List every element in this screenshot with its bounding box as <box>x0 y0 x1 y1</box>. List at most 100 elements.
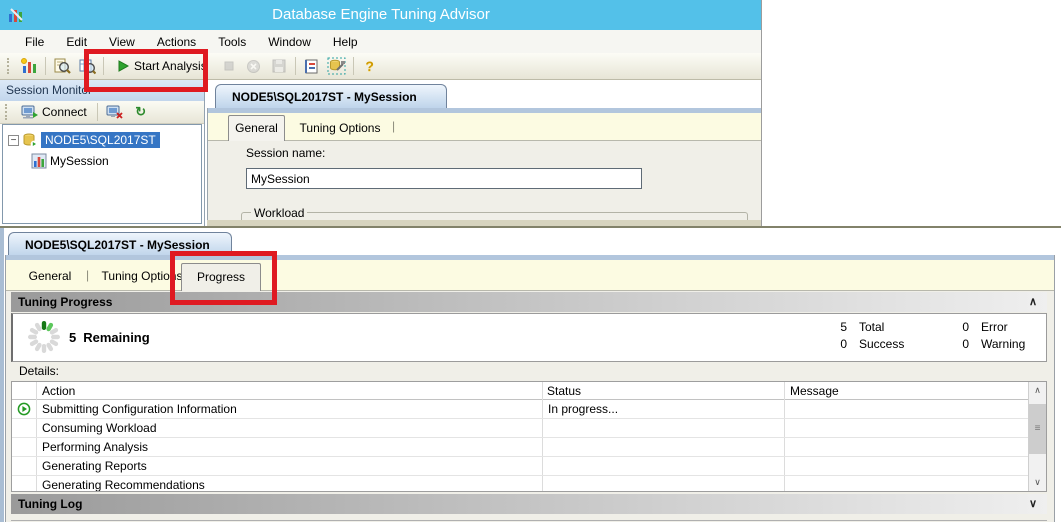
table-row: Consuming Workload <box>12 419 1028 438</box>
stat-warning-value: 0 <box>953 337 969 351</box>
dta-main-window: Database Engine Tuning Advisor File Edit… <box>0 0 762 226</box>
menu-item-file[interactable]: File <box>14 32 55 52</box>
refresh-button[interactable]: ↻ <box>130 101 152 123</box>
tab-tuning-options-top[interactable]: Tuning Options <box>294 115 386 141</box>
toolbar-separator <box>45 57 46 75</box>
row-action: Generating Reports <box>42 457 532 476</box>
save-button[interactable] <box>268 55 290 77</box>
session-name-label: Session name: <box>246 146 325 160</box>
row-status <box>548 419 773 438</box>
tab-tuning-options-bottom[interactable]: Tuning Options <box>98 265 186 287</box>
window-title: Database Engine Tuning Advisor <box>0 0 762 30</box>
tree-item-session[interactable]: MySession <box>31 153 109 169</box>
toolbar-separator <box>353 57 354 75</box>
tuning-progress-title: Tuning Progress <box>18 295 112 309</box>
menu-item-edit[interactable]: Edit <box>55 32 98 52</box>
file-magnifier-icon <box>53 57 71 75</box>
menu-item-window[interactable]: Window <box>257 32 322 52</box>
menu-item-view[interactable]: View <box>98 32 146 52</box>
main-toolbar: Start Analysis <box>0 53 762 80</box>
remaining-label: Remaining <box>83 330 149 345</box>
tree-server-label[interactable]: NODE5\SQL2017ST <box>41 132 160 148</box>
log-box-top-edge <box>11 520 1047 521</box>
play-icon <box>117 60 129 72</box>
table-magnifier-icon <box>78 57 96 75</box>
toolbar-separator <box>97 103 98 121</box>
tab-progress[interactable]: Progress <box>181 263 261 291</box>
table-row: Generating Reports <box>12 457 1028 476</box>
details-label: Details: <box>19 364 59 378</box>
start-analysis-button[interactable]: Start Analysis <box>109 55 215 77</box>
apply-recommendations-button[interactable] <box>301 55 323 77</box>
row-status: In progress... <box>548 400 773 419</box>
document-tab-top[interactable]: NODE5\SQL2017ST - MySession <box>215 84 447 109</box>
tab-strip-top <box>208 113 762 141</box>
stat-error-value: 0 <box>953 320 969 334</box>
scrollbar-thumb[interactable]: ≡ <box>1029 404 1046 454</box>
table-row: Submitting Configuration Information In … <box>12 400 1028 419</box>
session-name-input[interactable] <box>246 168 642 189</box>
stat-success-label: Success <box>859 337 904 351</box>
tree-collapse-toggle[interactable]: − <box>8 135 19 146</box>
open-workload-file-button[interactable] <box>51 55 73 77</box>
connect-button[interactable]: Connect <box>17 103 91 121</box>
menu-item-tools[interactable]: Tools <box>207 32 257 52</box>
menu-item-help[interactable]: Help <box>322 32 369 52</box>
stat-total-label: Total <box>859 320 884 334</box>
column-header-action[interactable]: Action <box>42 382 522 401</box>
top-tab-page: General Tuning Options | Session name: W… <box>207 108 762 226</box>
save-icon <box>271 58 287 74</box>
tuning-log-title: Tuning Log <box>18 497 82 511</box>
row-action: Consuming Workload <box>42 419 532 438</box>
menu-item-actions[interactable]: Actions <box>146 32 207 52</box>
tab-general-bottom[interactable]: General <box>20 265 80 287</box>
progress-summary-box: 5 Remaining 5 Total 0 Success 0 Error 0 … <box>11 313 1047 362</box>
connect-label: Connect <box>42 105 87 119</box>
new-session-button[interactable] <box>18 55 40 77</box>
tab-separator: | <box>392 119 395 133</box>
table-row: Generating Recommendations <box>12 476 1028 492</box>
toolbar-grip <box>5 104 10 120</box>
stat-success-value: 0 <box>831 337 847 351</box>
screen: Database Engine Tuning Advisor File Edit… <box>0 0 1061 522</box>
tuning-options-button[interactable] <box>326 55 348 77</box>
document-tab-bottom[interactable]: NODE5\SQL2017ST - MySession <box>8 232 232 257</box>
open-workload-table-button[interactable] <box>76 55 98 77</box>
bottom-tab-page: General | Tuning Options Progress Tuning… <box>5 255 1055 522</box>
new-session-icon <box>20 57 38 75</box>
cancel-button[interactable] <box>243 55 265 77</box>
disconnect-icon <box>106 104 123 120</box>
help-button[interactable]: ? <box>359 55 381 77</box>
row-status <box>548 476 773 492</box>
window-left-edge <box>0 228 4 522</box>
row-status <box>548 457 773 476</box>
expand-chevron-icon[interactable]: ∨ <box>1029 494 1037 514</box>
column-header-message[interactable]: Message <box>790 382 1010 401</box>
title-bar: Database Engine Tuning Advisor <box>0 0 762 30</box>
row-message <box>790 400 1015 419</box>
tab-general-top[interactable]: General <box>228 115 285 141</box>
stat-error-label: Error <box>981 320 1008 334</box>
scroll-down-icon[interactable]: ∨ <box>1029 474 1046 491</box>
table-header-row: Action Status Message <box>12 382 1046 400</box>
vertical-scrollbar[interactable]: ∧ ≡ ∨ <box>1028 382 1046 491</box>
tuning-progress-header: Tuning Progress ∧ <box>11 292 1047 312</box>
toolbar-separator <box>103 57 104 75</box>
session-monitor-tree: − NODE5\SQL2017ST MySession <box>2 124 202 224</box>
stat-warning-label: Warning <box>981 337 1025 351</box>
scroll-up-icon[interactable]: ∧ <box>1029 382 1046 399</box>
tree-session-label[interactable]: MySession <box>50 154 109 168</box>
panel-splitter[interactable] <box>204 80 205 226</box>
collapse-chevron-icon[interactable]: ∧ <box>1029 292 1037 312</box>
tree-item-server[interactable]: − NODE5\SQL2017ST <box>8 132 160 148</box>
stop-analysis-button[interactable] <box>218 55 240 77</box>
refresh-icon: ↻ <box>135 104 146 120</box>
progress-spinner-icon <box>25 318 63 359</box>
table-row: Performing Analysis <box>12 438 1028 457</box>
cancel-icon <box>246 59 261 74</box>
remaining-count: 5 <box>69 330 76 345</box>
column-header-status[interactable]: Status <box>547 382 767 401</box>
tab-separator: | <box>86 268 89 282</box>
disconnect-button[interactable] <box>104 101 126 123</box>
tuning-log-header: Tuning Log ∨ <box>11 494 1047 514</box>
